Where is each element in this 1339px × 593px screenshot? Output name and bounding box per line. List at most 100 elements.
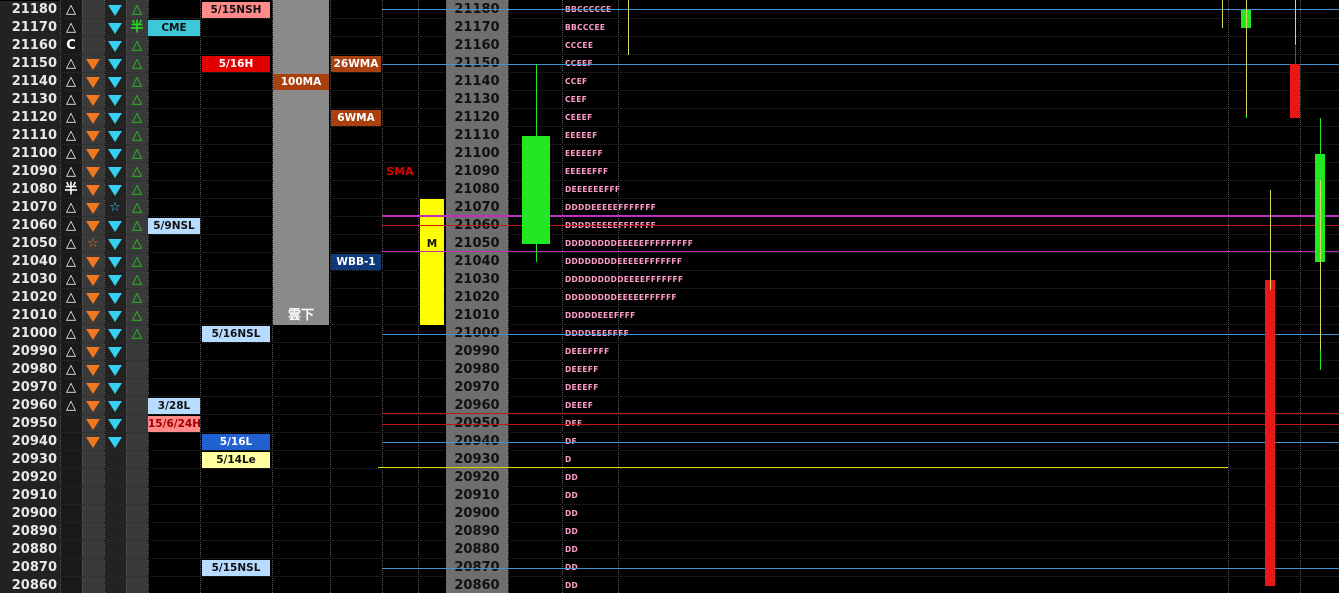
up-triangle-icon: △ [132, 128, 142, 143]
tpo-profile-row: DD [565, 527, 579, 536]
symbol-mark: C [66, 38, 76, 53]
tpo-profile-row: DD [565, 473, 579, 482]
tpo-profile-row: CEEF [565, 95, 588, 104]
price-level-right: 21100 [446, 145, 508, 163]
price-level-left: 21080 [0, 181, 60, 199]
tpo-profile-row: EEEEEFF [565, 149, 603, 158]
price-level-right: 20910 [446, 487, 508, 505]
price-level-right: 21080 [446, 181, 508, 199]
orange-down-triangle-icon [86, 401, 100, 412]
price-level-left: 21150 [0, 55, 60, 73]
price-level-left: 21020 [0, 289, 60, 307]
candle-red-2-body [1265, 280, 1275, 586]
price-level-right: 20980 [446, 361, 508, 379]
up-triangle-icon: △ [132, 74, 142, 89]
blue-level-line [382, 568, 1339, 569]
up-triangle-icon: △ [66, 74, 76, 89]
up-triangle-icon: △ [132, 146, 142, 161]
label-sma: SMA [386, 165, 414, 178]
orange-down-triangle-icon [86, 275, 100, 286]
orange-down-triangle-icon [86, 257, 100, 268]
price-level-left: 20860 [0, 577, 60, 593]
tpo-profile-row: BBCCCEE [565, 23, 606, 32]
price-level-left: 21170 [0, 19, 60, 37]
price-level-right: 20860 [446, 577, 508, 593]
orange-down-triangle-icon [86, 365, 100, 376]
price-level-left: 20980 [0, 361, 60, 379]
price-level-right: 21040 [446, 253, 508, 271]
price-level-right: 21120 [446, 109, 508, 127]
price-level-right: 20880 [446, 541, 508, 559]
up-triangle-icon: △ [132, 290, 142, 305]
cyan-down-triangle-icon [108, 5, 122, 16]
up-triangle-icon: △ [66, 200, 76, 215]
price-level-left: 21030 [0, 271, 60, 289]
tpo-profile-row: EEEEEFFF [565, 167, 609, 176]
up-triangle-icon: △ [66, 398, 76, 413]
up-triangle-icon: △ [66, 344, 76, 359]
up-triangle-icon: △ [132, 38, 142, 53]
price-level-right: 21160 [446, 37, 508, 55]
cyan-down-triangle-icon [108, 131, 122, 142]
up-triangle-icon: △ [66, 236, 76, 251]
up-triangle-icon: △ [132, 326, 142, 341]
up-triangle-icon: △ [66, 290, 76, 305]
tpo-profile-row: DD [565, 491, 579, 500]
price-ladder-board: 21180 21170 21160 21150 21140 21130 21120 21110… [0, 0, 1339, 593]
yellow-volume-block [420, 199, 444, 325]
cyan-down-triangle-icon [108, 365, 122, 376]
label-5-16h: 5/16H [202, 56, 270, 72]
price-level-right: 21030 [446, 271, 508, 289]
price-level-right: 21060 [446, 217, 508, 235]
up-triangle-icon: △ [66, 2, 76, 17]
price-level-right: 21180 [446, 1, 508, 19]
cyan-down-triangle-icon [108, 257, 122, 268]
tpo-profile-row: EEEEEF [565, 131, 598, 140]
price-level-left: 20930 [0, 451, 60, 469]
cyan-down-triangle-icon [108, 239, 122, 250]
up-triangle-icon: △ [66, 308, 76, 323]
up-triangle-icon: △ [132, 56, 142, 71]
up-triangle-icon: △ [66, 218, 76, 233]
cyan-down-triangle-icon [108, 41, 122, 52]
tpo-profile-row: DDDDEEEEEFFFFFFF [565, 217, 765, 235]
tpo-profile-row: DD [565, 509, 579, 518]
tpo-profile-row: DDDDDDDDDEEEEFFFFFFF [565, 275, 684, 284]
price-level-right: 21130 [446, 91, 508, 109]
up-triangle-icon: △ [132, 236, 142, 251]
up-triangle-icon: △ [66, 92, 76, 107]
wick-thin [628, 0, 629, 55]
price-level-right: 20890 [446, 523, 508, 541]
price-level-left: 21130 [0, 91, 60, 109]
cyan-down-triangle-icon [108, 293, 122, 304]
orange-down-triangle-icon [86, 329, 100, 340]
cyan-down-triangle-icon [108, 347, 122, 358]
price-level-left: 21070 [0, 199, 60, 217]
orange-down-triangle-icon [86, 383, 100, 394]
orange-down-triangle-icon [86, 131, 100, 142]
tpo-profile-row: CEEEF [565, 113, 593, 122]
wick-thin [1270, 190, 1271, 290]
wick-thin [1295, 0, 1296, 45]
blue-level-line [382, 334, 1339, 335]
price-level-left: 21040 [0, 253, 60, 271]
tpo-profile-row: DDDDDDDDEEEEEFFFFFFF [565, 257, 683, 266]
price-level-right: 21140 [446, 73, 508, 91]
cyan-down-triangle-icon [108, 113, 122, 124]
label-5-14le: 5/14Le [202, 452, 270, 468]
tpo-profile-row: CCCEE [565, 41, 594, 50]
price-level-right: 21090 [446, 163, 508, 181]
price-level-left: 20940 [0, 433, 60, 451]
up-triangle-icon: △ [66, 128, 76, 143]
up-triangle-icon: △ [66, 254, 76, 269]
star-icon: ☆ [109, 200, 121, 215]
symbol-mark: 半 [64, 182, 78, 197]
price-level-left: 21050 [0, 235, 60, 253]
blue-level-line [382, 64, 1339, 65]
cyan-down-triangle-icon [108, 185, 122, 196]
price-level-left: 20910 [0, 487, 60, 505]
up-triangle-icon: △ [132, 164, 142, 179]
tpo-profile-row: BBCCCCCE [565, 1, 765, 19]
tpo-profile-row: DEEEEEEFFF [565, 185, 621, 194]
orange-down-triangle-icon [86, 347, 100, 358]
